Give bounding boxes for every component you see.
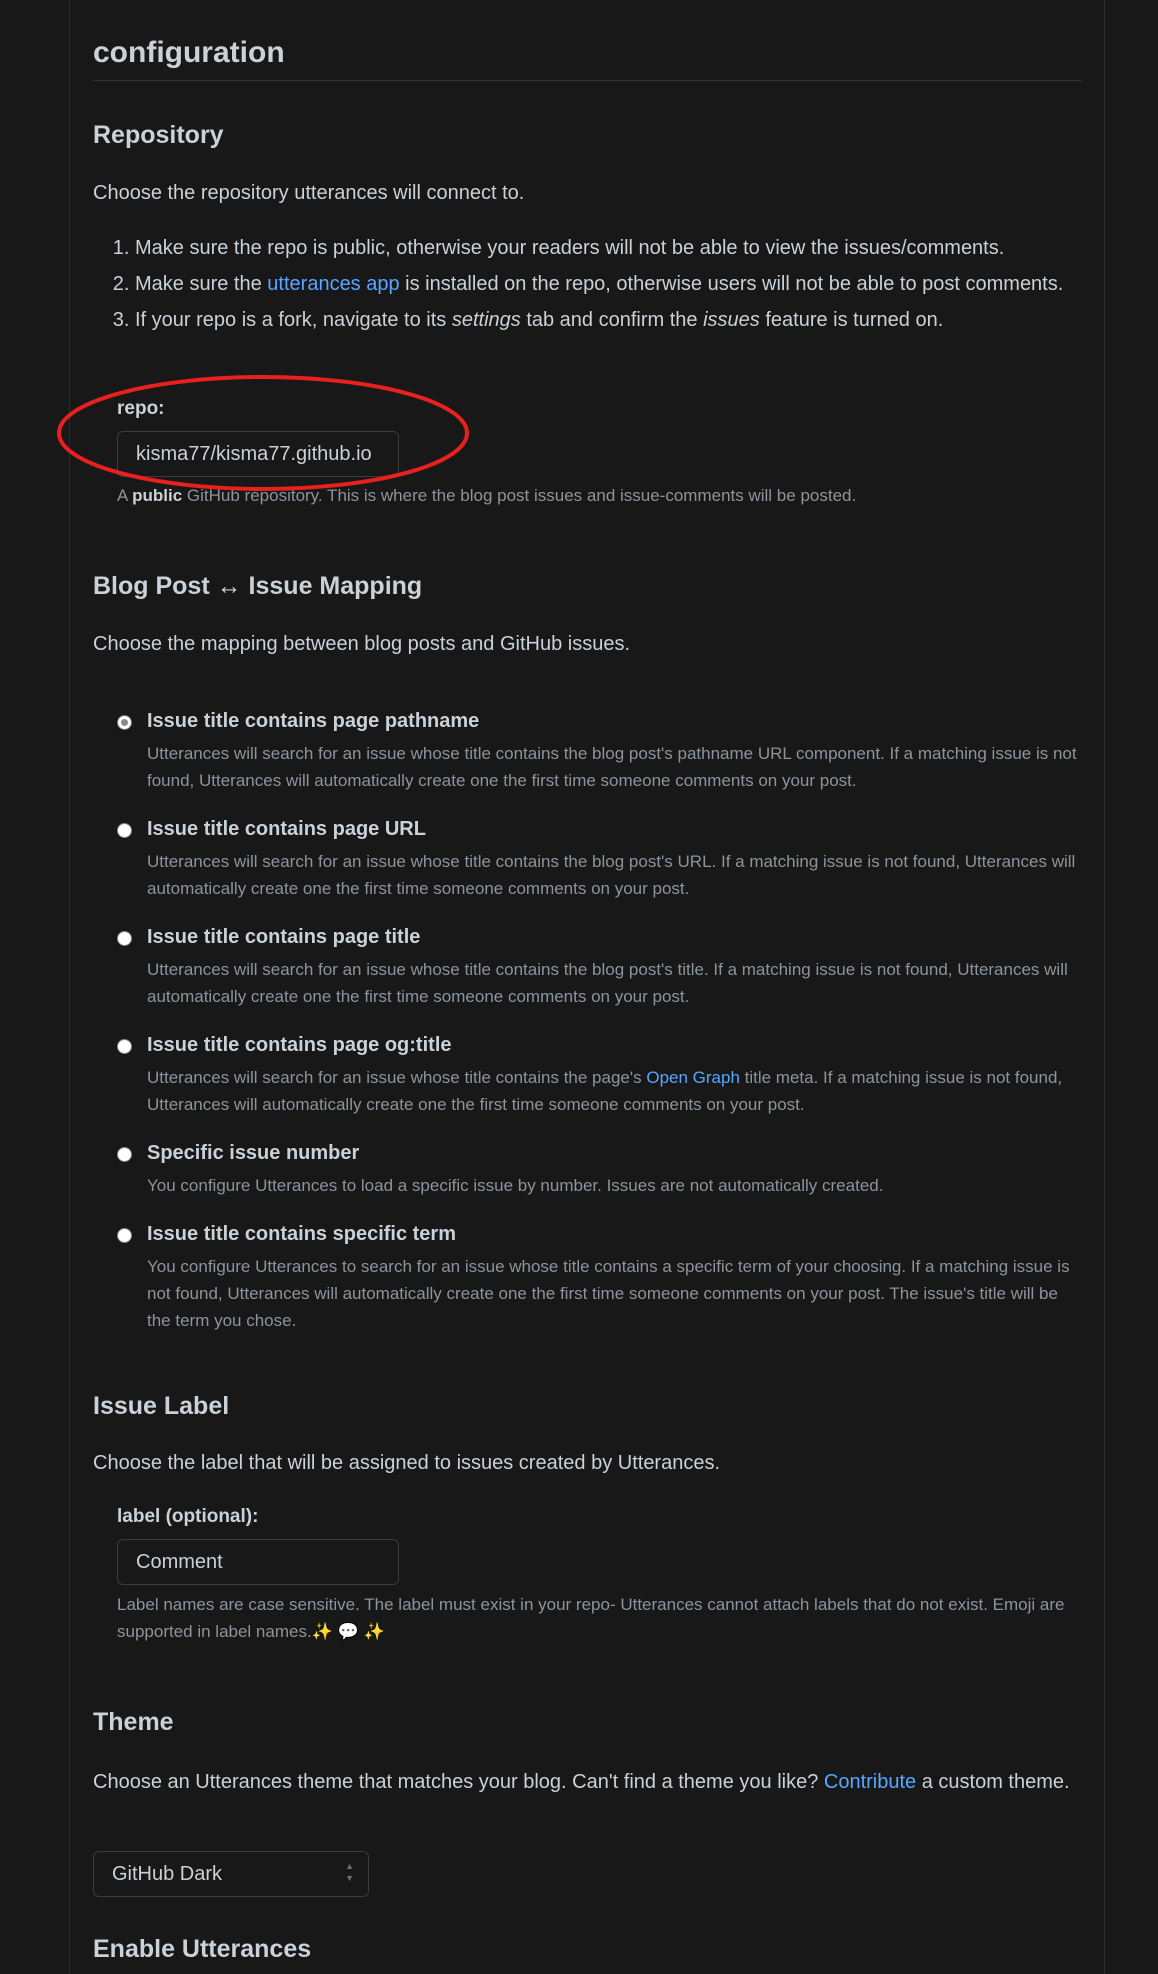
option-description: Utterances will search for an issue whos… [147,744,1077,790]
label-input[interactable] [117,1539,399,1585]
utterances-app-link[interactable]: utterances app [267,273,399,295]
option-description-pre: Utterances will search for an issue whos… [147,1068,647,1087]
mapping-lead: Choose the mapping between blog posts an… [93,633,631,655]
repo-note-public: public [132,486,183,505]
radio-specific-term[interactable] [117,1228,132,1243]
step-1-text: Make sure the repo is public, otherwise … [135,237,1005,259]
theme-heading: Theme [93,1708,174,1736]
step-3-issues: issues [703,309,760,331]
option-title: Issue title contains specific term [147,1223,456,1245]
option-description: Utterances will search for an issue whos… [147,852,1076,898]
radio-url[interactable] [117,823,132,838]
step-3-settings: settings [451,309,521,331]
contribute-link[interactable]: Contribute [824,1771,916,1793]
option-title: Issue title contains page URL [147,818,426,840]
repo-input[interactable] [117,431,399,477]
repo-field-label: repo: [117,398,165,419]
option-title: Issue title contains page title [147,926,421,948]
step-3-text-mid: tab and confirm the [520,309,704,331]
step-2: Make sure the utterances app is installe… [135,268,1095,300]
radio-issue-number[interactable] [117,1147,132,1162]
option-description: You configure Utterances to load a speci… [147,1176,884,1195]
step-2-text-end: is installed on the repo, otherwise user… [399,273,1064,295]
repository-lead: Choose the repository utterances will co… [93,182,525,204]
radio-og-title[interactable] [117,1039,132,1054]
repo-note-post: GitHub repository. This is where the blo… [182,486,857,505]
repository-steps: Make sure the repo is public, otherwise … [93,232,1095,340]
select-arrows-icon: ▲ ▼ [345,1861,354,1883]
label-note: Label names are case sensitive. The labe… [117,1595,1065,1641]
step-2-text: Make sure the [135,273,268,295]
radio-title[interactable] [117,931,132,946]
option-title: Issue title contains page og:title [147,1034,452,1056]
issue-label-lead: Choose the label that will be assigned t… [93,1452,721,1474]
option-description: You configure Utterances to search for a… [147,1257,1070,1330]
theme-select-value: GitHub Dark [112,1863,223,1885]
repo-note: A public GitHub repository. This is wher… [117,482,1077,509]
option-description: Utterances will search for an issue whos… [147,960,1068,1006]
option-title: Specific issue number [147,1142,360,1164]
step-1: Make sure the repo is public, otherwise … [135,232,1095,264]
theme-lead-post: a custom theme. [916,1771,1070,1793]
step-3: If your repo is a fork, navigate to its … [135,304,1095,336]
enable-heading: Enable Utterances [93,1935,312,1963]
repo-note-pre: A [117,486,133,505]
step-3-text: If your repo is a fork, navigate to its [135,309,452,331]
option-title: Issue title contains page pathname [147,710,480,732]
repository-heading: Repository [93,121,224,149]
step-3-text-end: feature is turned on. [759,309,944,331]
theme-lead-pre: Choose an Utterances theme that matches … [93,1771,824,1793]
page-title: configuration [93,36,1082,81]
issue-label-heading: Issue Label [93,1392,230,1420]
theme-select[interactable]: GitHub Dark ▲ ▼ [93,1851,369,1897]
open-graph-link[interactable]: Open Graph [646,1068,740,1087]
mapping-heading: Blog Post ↔ Issue Mapping [93,572,423,600]
label-field-label: label (optional): [117,1506,259,1527]
option-description: Utterances will search for an issue whos… [147,1064,1077,1118]
theme-lead: Choose an Utterances theme that matches … [93,1767,1082,1797]
radio-pathname[interactable] [117,715,132,730]
